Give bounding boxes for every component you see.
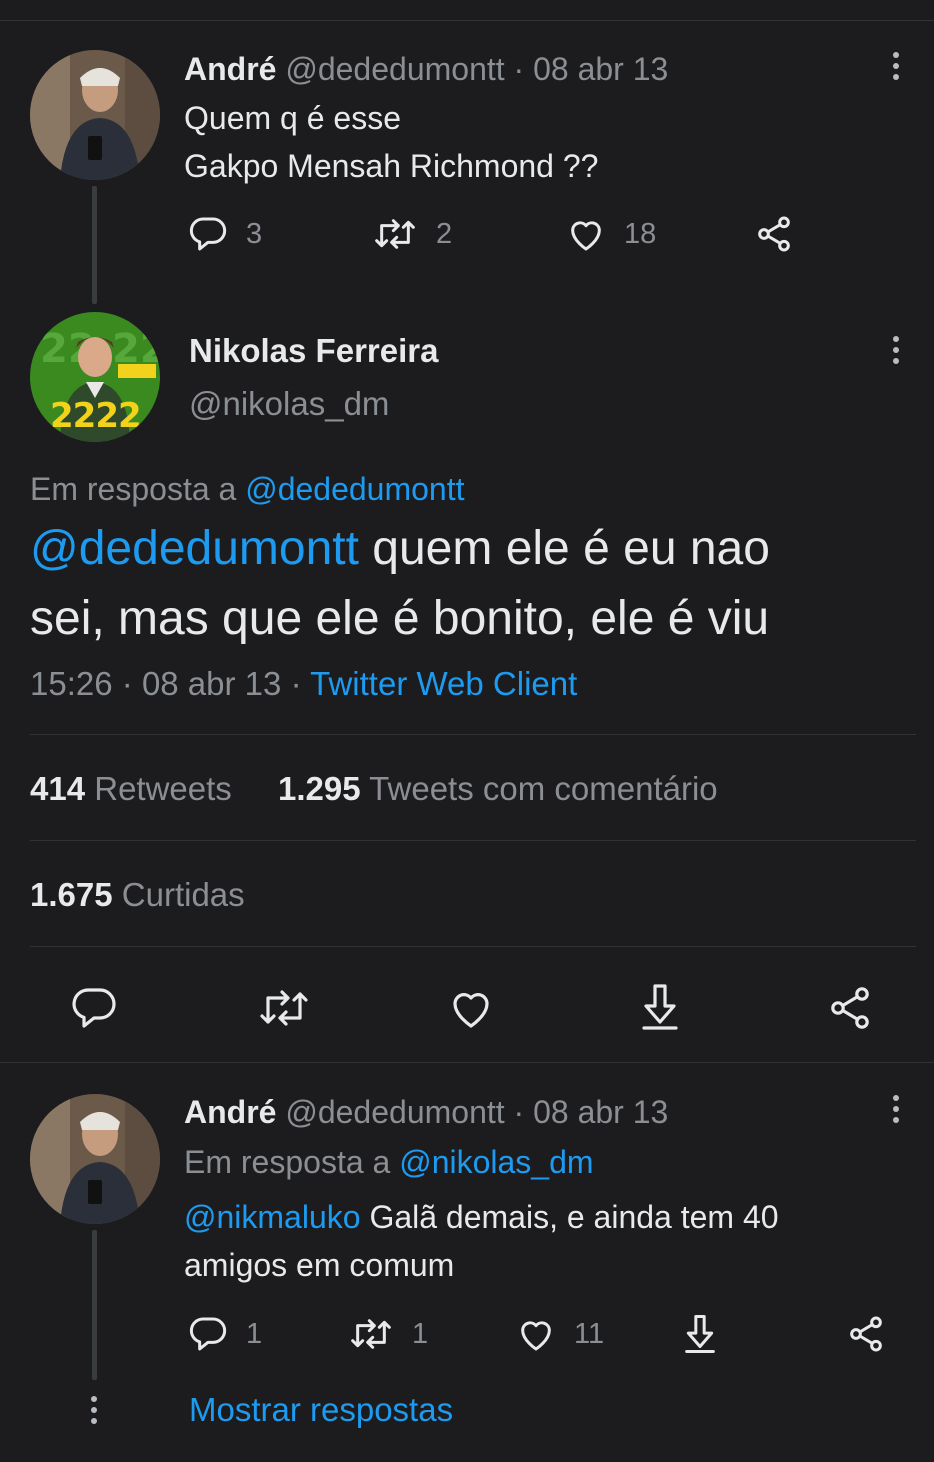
- tweet1-text-line1: Quem q é esse: [184, 100, 401, 136]
- main-tweet-name[interactable]: Nikolas Ferreira: [189, 331, 438, 371]
- tweet3-reply-count: 1: [246, 1317, 263, 1350]
- share-icon: [758, 216, 790, 252]
- main-tweet-date: 08 abr 13: [141, 665, 282, 702]
- quote-count: 1.295: [278, 770, 361, 807]
- tweet3-retweet-count: 1: [412, 1317, 429, 1350]
- retweet-count: 414: [30, 770, 86, 807]
- show-replies-link[interactable]: Mostrar respostas: [189, 1389, 453, 1431]
- share-icon: [831, 987, 869, 1029]
- reply-to-label: Em resposta a: [30, 471, 237, 507]
- tweet3-text: @nikmaluko Galã demais, e ainda tem 40 a…: [184, 1193, 779, 1289]
- tweet3-date[interactable]: 08 abr 13: [533, 1094, 668, 1130]
- tweet1-reply-count: 3: [246, 217, 263, 250]
- main-tweet-sep2: ·: [290, 665, 302, 702]
- tweet3-download-button[interactable]: [680, 1312, 720, 1356]
- reply-icon: [189, 1317, 227, 1351]
- tweet1-text-line2: Gakpo Mensah Richmond ??: [184, 148, 599, 184]
- main-tweet-more-icon[interactable]: [884, 332, 908, 368]
- download-icon: [685, 1315, 715, 1353]
- reply-to-handle[interactable]: @dededumontt: [245, 471, 464, 507]
- retweet-icon: [375, 219, 415, 249]
- main-tweet-text-line1: quem ele é eu nao: [358, 522, 770, 575]
- share-icon: [850, 1316, 882, 1352]
- like-label: Curtidas: [121, 876, 245, 913]
- quote-label: Tweets com comentário: [369, 770, 718, 807]
- tweet1-handle[interactable]: @dededumontt: [285, 51, 504, 87]
- retweet-label: Retweets: [94, 770, 232, 807]
- tweet1-more-icon[interactable]: [884, 48, 908, 84]
- tweet3-more-icon[interactable]: [884, 1091, 908, 1127]
- tweet1-like-button[interactable]: 18: [566, 212, 656, 256]
- like-count: 1.675: [30, 876, 113, 913]
- tweet3-sep: ·: [513, 1094, 525, 1130]
- thread-line: [92, 186, 97, 304]
- tweet3-reply-button[interactable]: 1: [188, 1312, 262, 1356]
- stats-likes[interactable]: 1.675 Curtidas: [30, 875, 245, 915]
- divider-3: [30, 946, 916, 947]
- tweet1-retweet-count: 2: [436, 217, 453, 250]
- main-download-button[interactable]: [636, 982, 684, 1037]
- divider-1: [30, 734, 916, 735]
- thread-line-2: [92, 1230, 97, 1380]
- main-tweet-sep1: ·: [121, 665, 133, 702]
- tweet1-name[interactable]: André: [184, 51, 276, 87]
- avatar-andre[interactable]: [30, 50, 160, 180]
- main-like-button[interactable]: [447, 984, 495, 1037]
- tweet1-header: André @dededumontt · 08 abr 13: [184, 49, 668, 89]
- main-tweet-time: 15:26: [30, 665, 113, 702]
- top-divider: [0, 20, 934, 21]
- tweet1-text: Quem q é esse Gakpo Mensah Richmond ??: [184, 94, 598, 190]
- like-icon: [521, 1321, 551, 1351]
- tweet3-handle[interactable]: @dededumontt: [285, 1094, 504, 1130]
- main-tweet-text-line2: sei, mas que ele é bonito, ele é viu: [30, 592, 770, 645]
- tweet3-name[interactable]: André: [184, 1094, 276, 1130]
- like-icon: [453, 993, 489, 1028]
- tweet3-like-count: 11: [574, 1317, 605, 1350]
- like-icon: [571, 221, 601, 251]
- stats-retweets[interactable]: 414 Retweets: [30, 769, 232, 809]
- reply-icon: [72, 988, 116, 1028]
- tweet1-date[interactable]: 08 abr 13: [533, 51, 668, 87]
- main-retweet-button[interactable]: [256, 984, 312, 1037]
- retweet-icon: [351, 1319, 391, 1349]
- tweet3-text-line2: amigos em comum: [184, 1247, 455, 1283]
- tweet3-reply-context: Em resposta a @nikolas_dm: [184, 1142, 594, 1182]
- tweet3-reply-to-handle[interactable]: @nikolas_dm: [399, 1144, 593, 1180]
- thread-more-icon[interactable]: [82, 1392, 106, 1428]
- tweet1-reply-button[interactable]: 3: [188, 212, 262, 256]
- avatar-badge: 2222: [50, 396, 142, 436]
- avatar-andre-reply[interactable]: [30, 1094, 160, 1224]
- divider-2: [30, 840, 916, 841]
- tweet3-retweet-button[interactable]: 1: [348, 1312, 428, 1356]
- reply-icon: [189, 217, 227, 251]
- download-icon: [642, 984, 678, 1030]
- main-reply-button[interactable]: [70, 984, 118, 1037]
- tweet3-reply-to-label: Em resposta a: [184, 1144, 391, 1180]
- tweet3-like-button[interactable]: 11: [516, 1312, 604, 1356]
- tweet3-text-line1: Galã demais, e ainda tem 40: [360, 1199, 779, 1235]
- tweet3-mention[interactable]: @nikmaluko: [184, 1199, 361, 1235]
- tweet1-share-button[interactable]: [754, 212, 794, 256]
- divider-4: [0, 1062, 934, 1063]
- tweet1-like-count: 18: [624, 217, 657, 250]
- tweet3-share-button[interactable]: [846, 1312, 886, 1356]
- tweet1-retweet-button[interactable]: 2: [372, 212, 452, 256]
- main-share-button[interactable]: [826, 984, 874, 1037]
- main-tweet-mention[interactable]: @dededumontt: [30, 522, 359, 575]
- stats-quotes[interactable]: 1.295 Tweets com comentário: [278, 769, 718, 809]
- tweet3-header: André @dededumontt · 08 abr 13: [184, 1092, 668, 1132]
- main-tweet-handle[interactable]: @nikolas_dm: [189, 384, 389, 424]
- main-tweet-meta: 15:26 · 08 abr 13 · Twitter Web Client: [30, 664, 577, 704]
- main-reply-context: Em resposta a @dededumontt: [30, 469, 465, 509]
- avatar-nikolas[interactable]: 22 22 2222: [30, 312, 160, 442]
- main-tweet-text: @dededumontt quem ele é eu nao sei, mas …: [30, 514, 770, 654]
- main-tweet-client[interactable]: Twitter Web Client: [310, 665, 577, 702]
- retweet-icon: [260, 990, 308, 1026]
- tweet1-sep: ·: [513, 51, 525, 87]
